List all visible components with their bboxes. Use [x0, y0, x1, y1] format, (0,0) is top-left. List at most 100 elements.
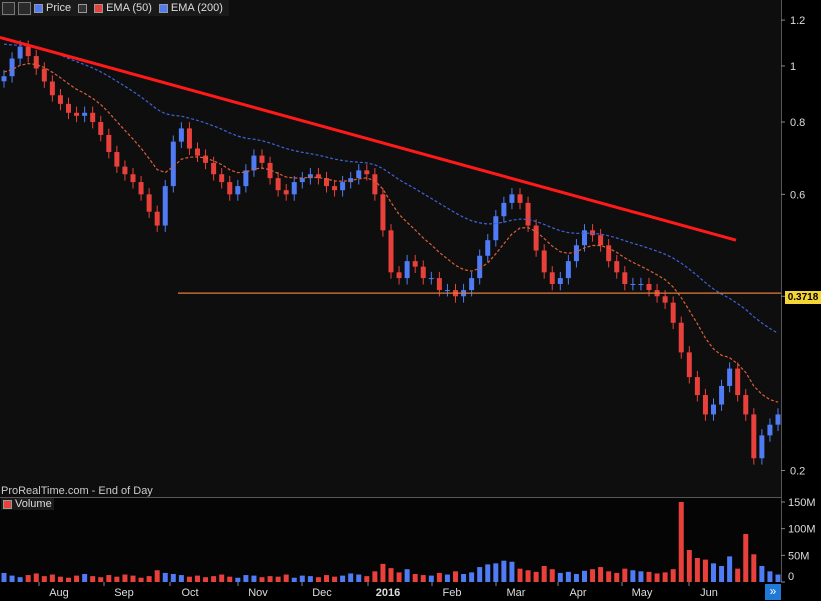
volume-bar: [57, 576, 63, 582]
volume-bar: [606, 571, 612, 582]
candle-body: [90, 112, 96, 123]
candle-body: [670, 302, 676, 323]
volume-bar: [485, 564, 491, 582]
candle-body: [759, 435, 765, 459]
volume-bar: [767, 571, 773, 582]
volume-bar: [227, 576, 233, 582]
candle-body: [469, 278, 475, 291]
volume-label: Volume: [15, 498, 52, 510]
volume-bar: [106, 575, 112, 582]
candle-body: [517, 194, 523, 203]
scroll-right-button[interactable]: »: [765, 584, 781, 600]
volume-bar: [565, 571, 571, 582]
volume-axis-ticks: 0 50M 100M 150M: [781, 497, 816, 583]
candle-body: [195, 148, 200, 156]
date-tick-label: Feb: [443, 587, 462, 599]
candle-body: [493, 216, 499, 241]
volume-bar: [275, 576, 281, 582]
candle-body: [356, 170, 362, 179]
candle-body: [219, 174, 225, 183]
candle-body: [17, 46, 23, 59]
volume-bar: [751, 554, 757, 582]
candle-body: [775, 414, 781, 425]
volume-tick-label: 100M: [788, 524, 816, 536]
volume-bar: [267, 576, 273, 582]
volume-bar: [41, 576, 47, 582]
candle-body: [711, 404, 716, 415]
volume-bar: [590, 569, 596, 582]
candle-body: [33, 56, 39, 69]
volume-bar: [380, 563, 386, 582]
settings-legend[interactable]: [78, 3, 88, 13]
expand-button[interactable]: [18, 1, 31, 15]
price-legend[interactable]: Price: [34, 2, 71, 14]
volume-legend[interactable]: Volume: [1, 498, 54, 510]
candle-body: [598, 235, 604, 246]
volume-bar: [219, 574, 225, 582]
volume-bar: [90, 576, 96, 582]
ema50-swatch-icon: [94, 3, 104, 13]
volume-bar: [501, 560, 507, 582]
candle-body: [372, 174, 378, 195]
volume-bar: [49, 574, 55, 582]
volume-tick-label: 50M: [788, 550, 809, 562]
date-tick-label: Oct: [181, 587, 198, 599]
chart-menu-button[interactable]: [2, 1, 15, 15]
candle-body: [340, 182, 346, 191]
volume-bar: [420, 575, 426, 582]
candle-body: [549, 272, 555, 285]
volume-bar: [453, 571, 458, 582]
ema200-swatch-icon: [158, 3, 168, 13]
volume-bar: [195, 575, 200, 582]
volume-bar: [388, 568, 394, 582]
volume-bar: [340, 575, 346, 582]
volume-bar: [211, 576, 217, 582]
volume-bar: [291, 577, 297, 582]
candle-body: [178, 128, 184, 142]
volume-bar: [348, 573, 354, 582]
volume-bar: [74, 575, 80, 582]
candle-body: [444, 290, 450, 292]
list-icon: [78, 3, 88, 13]
candle-body: [727, 368, 733, 386]
candle-body: [186, 128, 192, 149]
volume-bar: [324, 575, 329, 582]
volume-bar: [283, 574, 289, 582]
candle-body: [74, 112, 80, 116]
ema200-legend[interactable]: EMA (200): [158, 2, 223, 14]
volume-bar: [436, 572, 442, 582]
ema50-label: EMA (50): [106, 2, 152, 14]
candle-body: [565, 261, 571, 279]
volume-bar: [525, 570, 531, 582]
volume-bar: [146, 576, 152, 582]
price-label: Price: [46, 2, 72, 14]
ema200-label: EMA (200): [170, 2, 223, 14]
candle-body: [533, 225, 539, 251]
candle-body: [573, 245, 579, 262]
candle-body: [396, 272, 402, 279]
candle-body: [275, 178, 281, 191]
ema50-legend[interactable]: EMA (50): [94, 2, 152, 14]
candle-body: [114, 152, 120, 167]
candle-body: [501, 202, 507, 217]
date-tick-label: 2016: [376, 587, 400, 599]
volume-bar: [154, 570, 160, 582]
volume-bar: [509, 561, 515, 582]
volume-bar: [686, 550, 692, 582]
candle-body: [678, 322, 684, 353]
volume-bar: [33, 573, 39, 582]
date-tick-label: Jun: [700, 587, 718, 599]
candle-body: [299, 178, 305, 183]
volume-bar: [170, 574, 176, 582]
volume-bar: [702, 559, 708, 582]
chart-toolbar: Price EMA (50) EMA (200): [0, 0, 229, 16]
volume-bar: [517, 568, 523, 582]
volume-bar: [299, 575, 305, 582]
volume-bar: [356, 574, 362, 582]
volume-bar: [1, 572, 7, 582]
candle-body: [638, 284, 644, 286]
volume-tick-label: 150M: [788, 497, 816, 509]
volume-bar: [412, 574, 418, 582]
candle-body: [420, 266, 426, 279]
candle-body: [485, 240, 491, 256]
